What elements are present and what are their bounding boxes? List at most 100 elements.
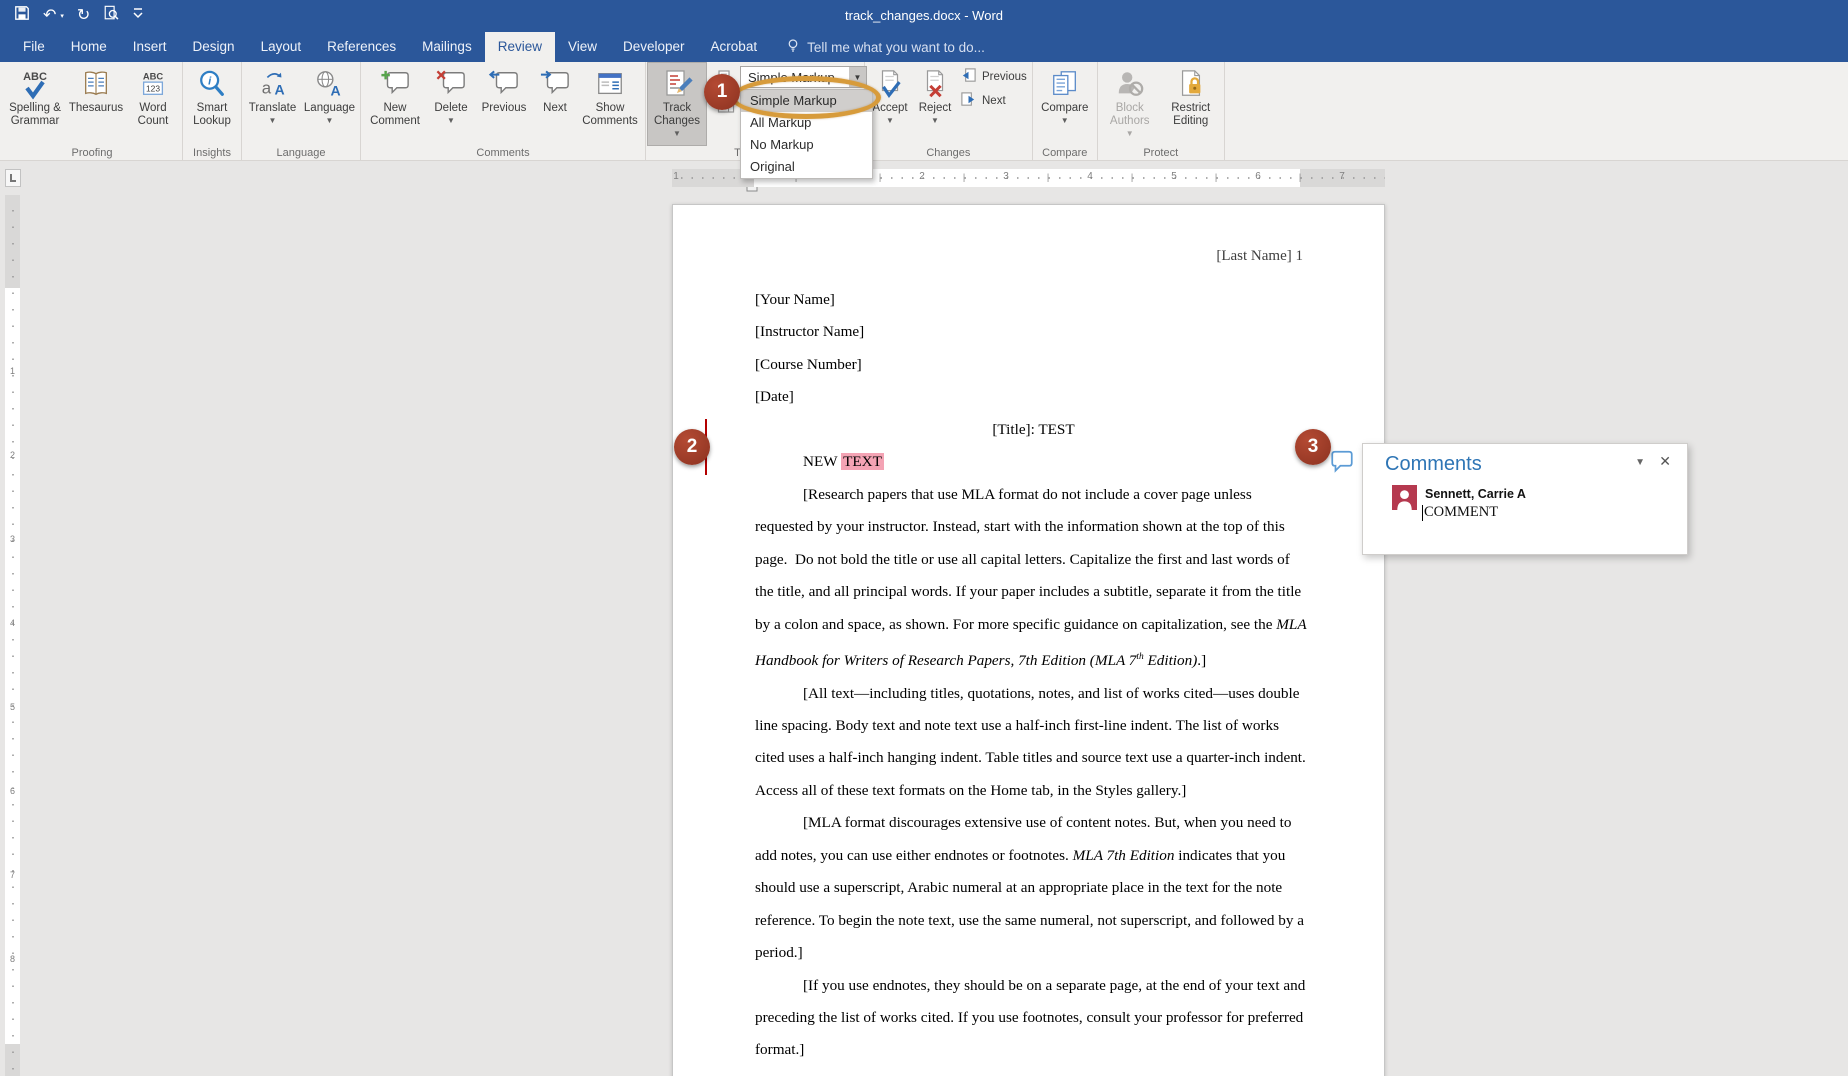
tracked-change-line: NEW TEXT [755,446,1312,478]
word-count-icon: ABC 123 [138,65,168,102]
smart-lookup-button[interactable]: i Smart Lookup [185,63,239,145]
restrict-editing-button[interactable]: Restrict Editing [1160,63,1222,145]
tab-references[interactable]: References [314,32,409,62]
changes-nav-column: Previous Next [957,63,1030,111]
thesaurus-button[interactable]: Thesaurus [66,63,126,145]
paragraph-2: [All text—including titles, quotations, … [755,678,1312,808]
group-label-comments: Comments [361,147,645,159]
reject-button[interactable]: Reject ▼ [913,63,957,145]
tracked-prefix: NEW [803,453,841,470]
group-compare: Compare ▼ Compare [1033,62,1098,160]
vertical-ruler-dots [12,195,14,1076]
ribbon-tab-bar: File Home Insert Design Layout Reference… [0,32,1848,62]
group-label-compare: Compare [1033,147,1097,159]
translate-button[interactable]: aA Translate ▼ [244,63,301,145]
ruler-mark: 6 [1255,171,1261,182]
print-preview-icon[interactable] [103,5,119,26]
paragraph-3: [MLA format discourages extensive use of… [755,807,1312,969]
document-title-line: [Title]: TEST [755,414,1312,446]
previous-comment-button[interactable]: Previous [475,63,533,145]
tab-view[interactable]: View [555,32,610,62]
previous-change-icon [960,67,977,87]
svg-text:ABC: ABC [23,71,47,83]
tab-stop-selector[interactable] [5,169,21,187]
new-comment-icon [379,65,411,102]
spelling-grammar-button[interactable]: ABC Spelling & Grammar [4,63,66,145]
document-page[interactable]: [Last Name] 1 [Your Name] [Instructor Na… [672,204,1385,1076]
redo-icon[interactable]: ↻ [77,6,90,26]
compare-button[interactable]: Compare ▼ [1035,63,1095,145]
tab-home[interactable]: Home [58,32,120,62]
tell-me-label: Tell me what you want to do... [807,40,985,55]
text-cursor [1422,505,1423,521]
tab-mailings[interactable]: Mailings [409,32,485,62]
ruler-mark: 1 [673,171,679,182]
page-header-text: [Last Name] 1 [1216,248,1303,265]
show-comments-button[interactable]: Show Comments [577,63,643,145]
svg-text:123: 123 [146,83,160,93]
tab-review[interactable]: Review [485,32,555,62]
ruler-mark: 1 [5,366,20,376]
ruler-mark: 2 [5,450,20,460]
comment-author-name: Sennett, Carrie A [1425,487,1526,501]
save-icon[interactable] [14,5,30,26]
vertical-ruler[interactable]: 12345678 [5,195,20,1076]
ribbon: ABC Spelling & Grammar Thesaurus ABC123 … [0,62,1848,161]
ruler-mark: 5 [1171,171,1177,182]
track-changes-icon [661,65,693,102]
block-authors-button: Block Authors ▼ [1100,63,1160,145]
ruler-mark: 8 [5,954,20,964]
reject-icon [920,65,950,102]
svg-text:ABC: ABC [143,71,164,81]
group-label-language: Language [242,147,360,159]
spelling-grammar-icon: ABC [19,65,51,102]
svg-text:A: A [274,81,284,97]
window-title: track_changes.docx - Word [845,8,1003,23]
delete-comment-button[interactable]: Delete ▼ [427,63,475,145]
track-changes-button[interactable]: Track Changes ▼ [648,63,706,145]
translate-dropdown-icon: ▼ [269,116,277,125]
svg-text:a: a [261,78,271,97]
comment-bubble-icon[interactable] [1329,450,1355,479]
language-button[interactable]: A Language ▼ [301,63,358,145]
document-body[interactable]: [Your Name] [Instructor Name] [Course Nu… [755,284,1312,1067]
tracked-highlight: TEXT [841,453,884,470]
previous-change-button[interactable]: Previous [957,66,1030,87]
ruler-mark: 6 [5,786,20,796]
ruler-mark: | [1131,172,1133,182]
group-label-protect: Protect [1098,147,1224,159]
new-comment-button[interactable]: New Comment [363,63,427,145]
undo-dropdown-icon[interactable]: ▾ [60,12,64,20]
comments-pane: Comments ▼ ✕ Sennett, Carrie A COMMENT [1362,443,1688,555]
ruler-mark: 3 [5,534,20,544]
svg-text:A: A [330,82,340,98]
comment-body[interactable]: COMMENT [1422,504,1498,521]
tab-acrobat[interactable]: Acrobat [698,32,771,62]
next-change-button[interactable]: Next [957,90,1030,111]
comment-author-avatar [1392,485,1417,510]
group-label-insights: Insights [183,147,241,159]
ruler-mark: | [1047,172,1049,182]
delete-comment-dropdown-icon: ▼ [447,116,455,125]
tab-layout[interactable]: Layout [248,32,315,62]
menu-item-original[interactable]: Original [741,156,872,178]
group-proofing: ABC Spelling & Grammar Thesaurus ABC123 … [2,62,183,160]
group-language: aA Translate ▼ A Language ▼ Language [242,62,361,160]
customize-qat-icon[interactable] [132,6,144,25]
block-authors-icon [1115,65,1145,102]
ruler-mark: | [963,172,965,182]
undo-icon[interactable]: ↶ [43,6,56,26]
smart-lookup-icon: i [197,65,227,102]
menu-item-no-markup[interactable]: No Markup [741,134,872,156]
tab-developer[interactable]: Developer [610,32,698,62]
tab-insert[interactable]: Insert [120,32,180,62]
comments-pane-close-icon[interactable]: ✕ [1659,453,1671,470]
tell-me-box[interactable]: Tell me what you want to do... [786,32,985,62]
tab-file[interactable]: File [10,32,58,62]
tab-design[interactable]: Design [180,32,248,62]
document-area: 11|2|3|4|5|6|7| 12345678 [Last Name] 1 [… [0,161,1848,1076]
next-comment-button[interactable]: Next [533,63,577,145]
ruler-mark: | [1215,172,1217,182]
comments-pane-dropdown-icon[interactable]: ▼ [1635,457,1645,468]
word-count-button[interactable]: ABC123 Word Count [126,63,180,145]
